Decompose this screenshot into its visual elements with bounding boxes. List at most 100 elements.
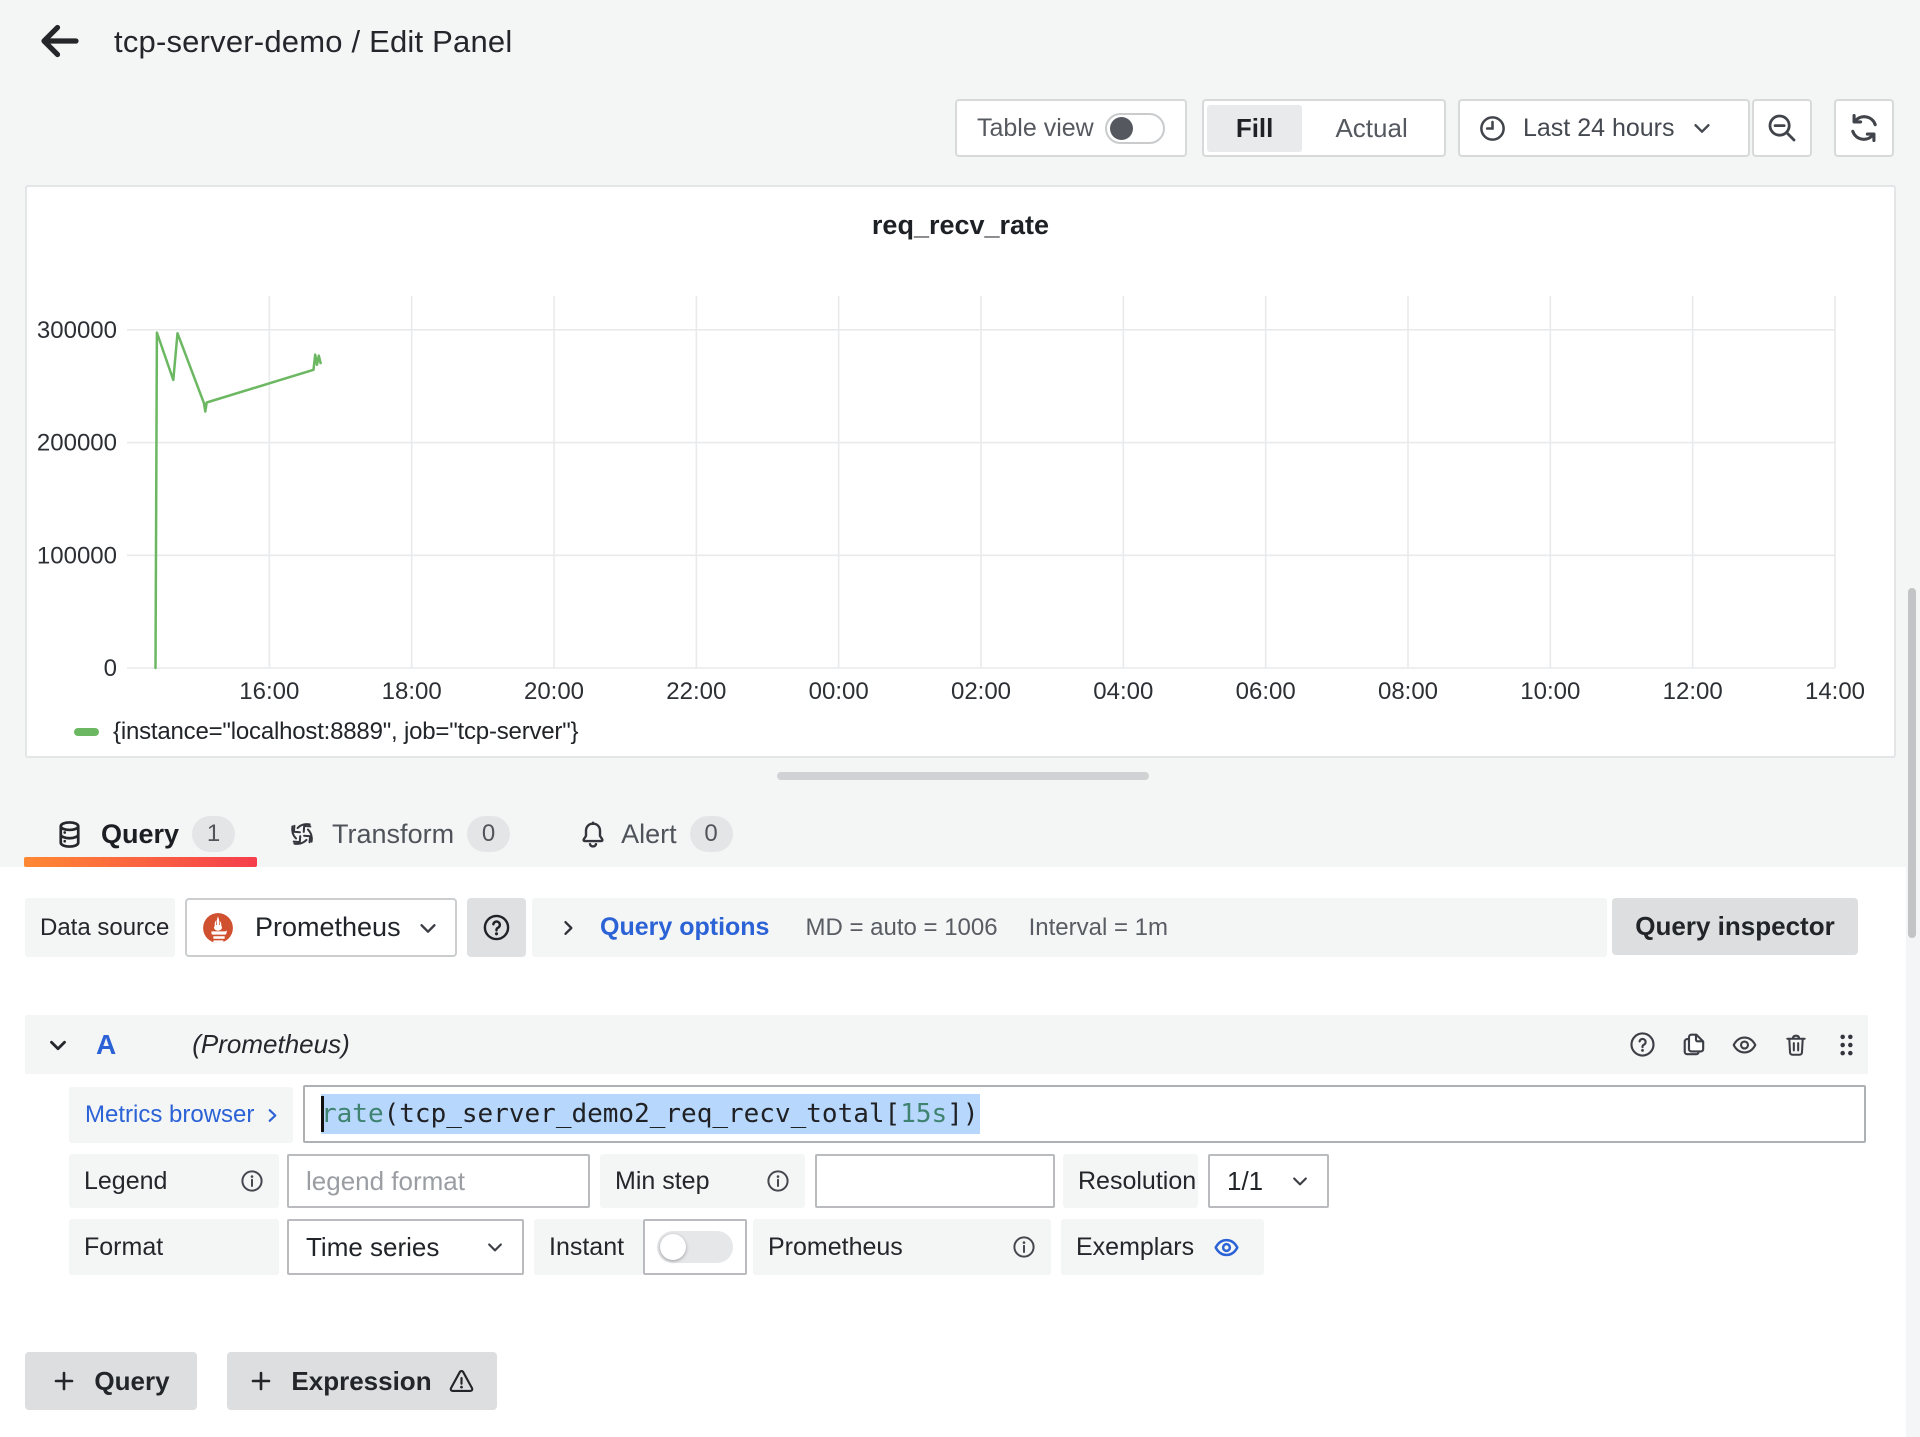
tab-transform-count: 0 xyxy=(467,816,511,852)
chart-panel: req_recv_rate 16:00 18:00 20:00 22:00 00:00 0… xyxy=(25,185,1896,758)
query-options-label: Query options xyxy=(600,913,770,941)
type-label-text: Prometheus xyxy=(768,1232,903,1261)
table-view-toggle[interactable]: Table view xyxy=(955,99,1187,157)
resolution-select[interactable]: 1/1 xyxy=(1208,1154,1329,1208)
expression-selected-text: rate(tcp_server_demo2_req_recv_total[15s… xyxy=(321,1094,981,1134)
legend-series-label: {instance="localhost:8889", job="tcp-ser… xyxy=(113,718,579,745)
tab-query-label: Query xyxy=(101,818,180,849)
y-axis-tick-label: 0 xyxy=(104,655,117,682)
question-circle-icon xyxy=(1630,1032,1655,1057)
resolution-field-label: Resolution xyxy=(1063,1154,1198,1208)
fill-actual-segmented: Fill Actual xyxy=(1202,99,1446,157)
chart-element: 04:00 xyxy=(1093,678,1153,705)
format-label-text: Format xyxy=(84,1232,164,1261)
fill-button[interactable]: Fill xyxy=(1207,104,1303,152)
active-tab-indicator xyxy=(24,857,257,867)
chevron-right-icon xyxy=(268,1108,277,1122)
database-icon xyxy=(59,820,80,848)
refresh-icon xyxy=(1851,113,1877,143)
time-range-picker[interactable]: Last 24 hours xyxy=(1458,99,1750,157)
add-expression-button[interactable]: Expression xyxy=(227,1352,497,1410)
process-icon xyxy=(291,823,313,845)
chart-element: 14:00 xyxy=(1805,678,1865,705)
chart-element: 12:00 xyxy=(1663,678,1723,705)
query-ref-id[interactable]: A xyxy=(96,1029,116,1061)
back-button[interactable] xyxy=(36,18,82,64)
legend-field-label: Legend xyxy=(69,1154,279,1208)
chart-element: 08:00 xyxy=(1378,678,1438,705)
tab-transform-label: Transform xyxy=(332,818,455,849)
resolution-label-text: Resolution xyxy=(1078,1166,1197,1195)
copy-icon xyxy=(1683,1033,1705,1056)
format-select[interactable]: Time series xyxy=(287,1219,524,1275)
y-axis-tick-label: 200000 xyxy=(37,430,117,457)
bell-icon xyxy=(582,821,604,848)
eye-icon-blue[interactable] xyxy=(1213,1234,1240,1261)
instant-label-text: Instant xyxy=(549,1232,625,1261)
chevron-down-icon xyxy=(1693,124,1710,133)
chart-element: 22:00 xyxy=(666,678,726,705)
question-circle-icon xyxy=(483,914,510,941)
query-options-bar[interactable]: Query options MD = auto = 1006 Interval … xyxy=(532,898,1607,957)
chart-element: 20:00 xyxy=(524,678,584,705)
legend-format-input[interactable]: legend format xyxy=(287,1154,590,1208)
instant-toggle[interactable] xyxy=(643,1219,747,1275)
chart-element: 00:00 xyxy=(809,678,869,705)
table-view-label: Table view xyxy=(977,113,1094,142)
datasource-picker[interactable]: Prometheus xyxy=(185,898,457,957)
refresh-button[interactable] xyxy=(1834,99,1894,157)
promql-expression-input[interactable]: rate(tcp_server_demo2_req_recv_total[15s… xyxy=(303,1085,1866,1143)
zoom-out-icon xyxy=(1768,114,1796,142)
chevron-down-icon xyxy=(50,1040,66,1050)
info-circle-icon[interactable] xyxy=(766,1169,790,1193)
tab-alert[interactable]: Alert 0 xyxy=(582,806,733,863)
info-circle-icon[interactable] xyxy=(240,1169,264,1193)
tab-query-count: 1 xyxy=(192,816,236,852)
instant-field-label: Instant xyxy=(534,1219,643,1275)
query-row-header[interactable]: A (Prometheus) xyxy=(25,1015,1868,1074)
panel-resize-handle[interactable] xyxy=(777,772,1149,780)
chart-element: 16:00 xyxy=(239,678,299,705)
duplicate-query-button[interactable] xyxy=(1680,1031,1707,1058)
chart-element: 06:00 xyxy=(1236,678,1296,705)
remove-query-button[interactable] xyxy=(1782,1031,1809,1058)
drag-query-handle[interactable] xyxy=(1833,1031,1860,1058)
time-series-chart[interactable]: 16:00 18:00 20:00 22:00 00:00 02:00 04:00 06:00… xyxy=(27,187,1894,756)
switch-knob xyxy=(1110,116,1133,140)
exemplars-field-label: Exemplars xyxy=(1061,1219,1264,1275)
clock-icon xyxy=(1480,115,1505,141)
y-axis-tick-label: 100000 xyxy=(37,542,117,569)
tab-query[interactable]: Query 1 xyxy=(59,806,236,863)
expression-token-metric: tcp_server_demo2_req_recv_total xyxy=(399,1099,885,1129)
add-query-button[interactable]: Query xyxy=(25,1352,197,1410)
tab-transform[interactable]: Transform 0 xyxy=(288,806,511,863)
zoom-out-button[interactable] xyxy=(1752,99,1812,157)
info-circle-icon[interactable] xyxy=(1012,1235,1036,1259)
collapse-query-button[interactable] xyxy=(43,1032,73,1058)
metrics-browser-button[interactable]: Metrics browser xyxy=(69,1087,293,1143)
expression-token-punct: ( xyxy=(383,1099,400,1129)
table-view-switch[interactable] xyxy=(1105,112,1165,144)
legend-color-swatch xyxy=(74,728,99,736)
tab-alert-count: 0 xyxy=(689,816,733,852)
chevron-down-icon xyxy=(420,923,436,933)
series-legend[interactable]: {instance="localhost:8889", job="tcp-ser… xyxy=(74,715,579,749)
actual-button[interactable]: Actual xyxy=(1302,105,1441,152)
query-inspector-button[interactable]: Query inspector xyxy=(1612,898,1858,955)
format-value: Time series xyxy=(306,1231,440,1262)
query-actions xyxy=(1629,1031,1860,1058)
min-step-field-label: Min step xyxy=(600,1154,805,1208)
query-help-button[interactable] xyxy=(1629,1031,1656,1058)
plus-icon xyxy=(55,1371,74,1391)
scrollbar-gutter xyxy=(1906,867,1920,1437)
time-range-label: Last 24 hours xyxy=(1523,113,1675,142)
query-options-md: MD = auto = 1006 xyxy=(805,913,998,941)
datasource-help-button[interactable] xyxy=(467,898,526,957)
page-scrollbar-thumb[interactable] xyxy=(1908,588,1916,938)
min-step-input[interactable] xyxy=(815,1154,1055,1208)
prometheus-logo xyxy=(203,912,233,943)
hide-query-button[interactable] xyxy=(1731,1031,1758,1058)
trash-icon xyxy=(1785,1034,1806,1056)
expression-editor-row: Metrics browser rate(tcp_server_demo2_re… xyxy=(69,1085,1866,1143)
format-field-label: Format xyxy=(69,1219,279,1275)
